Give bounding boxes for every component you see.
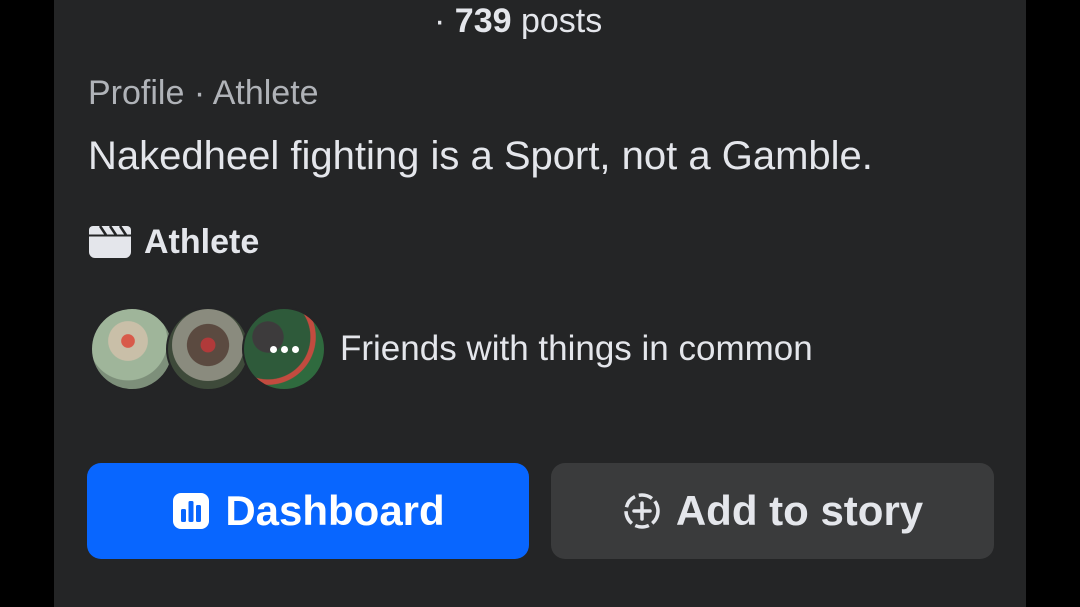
friend-avatar[interactable] [90,307,174,391]
add-circle-icon [624,493,660,529]
bar-chart-icon [173,493,210,529]
mutual-friends[interactable]: Friends with things in common [90,305,813,393]
posts-count: · 739 posts [434,2,602,41]
category-label: Athlete [144,222,260,261]
profile-bio: Nakedheel fighting is a Sport, not a Gam… [88,134,873,178]
friend-avatar[interactable] [242,307,326,391]
profile-category[interactable]: Athlete [88,222,259,262]
more-dots-icon [244,309,324,389]
add-to-story-label: Add to story [675,487,924,534]
posts-label: posts [520,2,603,40]
posts-number: 739 [454,2,512,40]
profile-meta: Profile · Athlete [88,74,319,112]
friend-avatar[interactable] [166,307,250,391]
posts-separator: · [434,2,446,40]
clapperboard-icon [89,225,131,258]
dashboard-label: Dashboard [225,487,445,534]
friends-text[interactable]: Friends with things in common [340,329,813,369]
profile-panel: · 739 posts Profile · Athlete Nakedheel … [54,0,1026,607]
add-to-story-button[interactable]: Add to story [551,463,994,559]
dashboard-button[interactable]: Dashboard [87,463,529,559]
